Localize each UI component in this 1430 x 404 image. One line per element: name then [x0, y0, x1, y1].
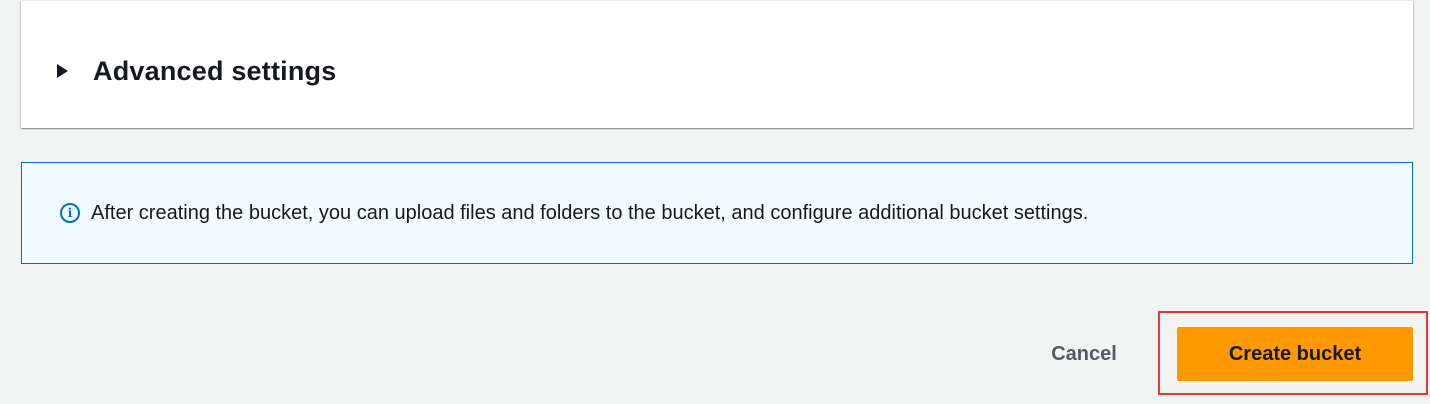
- advanced-settings-title: Advanced settings: [93, 55, 337, 86]
- create-bucket-button[interactable]: Create bucket: [1177, 327, 1413, 381]
- info-icon: i: [60, 203, 80, 223]
- advanced-settings-toggle[interactable]: Advanced settings: [57, 51, 336, 91]
- cancel-button[interactable]: Cancel: [1022, 334, 1146, 374]
- caret-right-icon: [57, 64, 68, 78]
- info-alert: i After creating the bucket, you can upl…: [21, 162, 1413, 264]
- info-alert-message: After creating the bucket, you can uploa…: [91, 201, 1089, 224]
- advanced-settings-panel: Advanced settings: [21, 0, 1413, 128]
